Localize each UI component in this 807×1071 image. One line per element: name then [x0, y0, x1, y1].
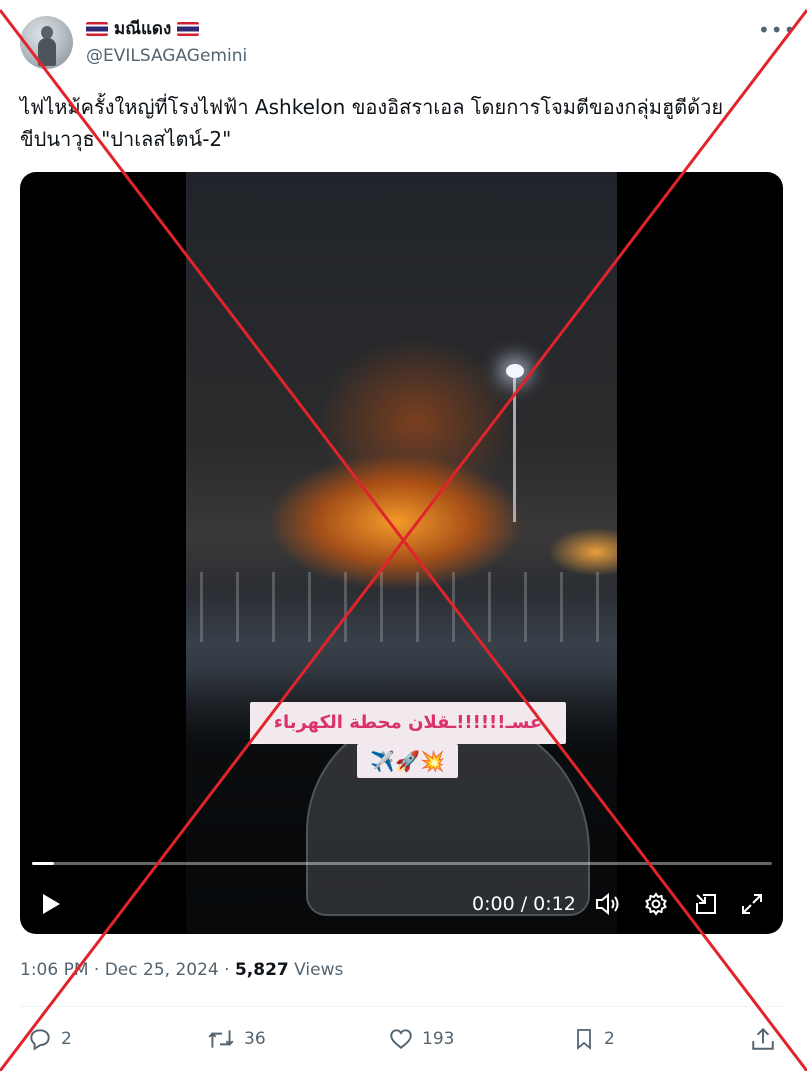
divider	[20, 1006, 783, 1007]
reply-count: 2	[61, 1029, 72, 1049]
tweet-text: ไฟไหม้ครั้งใหญ่ที่โรงไฟฟ้า Ashkelon ของอ…	[20, 95, 724, 151]
reply-icon	[30, 1029, 50, 1051]
reply-button[interactable]: 2	[27, 1024, 72, 1054]
views-label: Views	[294, 960, 344, 980]
picture-in-picture-icon[interactable]	[690, 888, 722, 920]
video-progress-fill	[32, 862, 55, 865]
bookmark-icon	[577, 1029, 591, 1050]
tweet-date[interactable]: Dec 25, 2024	[105, 960, 219, 980]
like-button[interactable]: 193	[388, 1024, 454, 1054]
avatar[interactable]	[20, 16, 73, 69]
video-caption: عسـ!!!!!!ـقلان محطة الكهرباء	[250, 702, 566, 744]
bookmark-count: 2	[604, 1029, 615, 1049]
repost-count: 36	[244, 1029, 266, 1049]
like-count: 193	[422, 1029, 455, 1049]
meta-separator: ·	[93, 960, 100, 980]
fullscreen-icon[interactable]	[736, 888, 768, 920]
repost-icon	[208, 1030, 234, 1048]
tweet-meta: 1:06 PM · Dec 25, 2024 · 5,827 Views	[20, 958, 343, 982]
author-name-row[interactable]: มณีแดง	[86, 17, 200, 41]
tweet-time[interactable]: 1:06 PM	[20, 960, 89, 980]
meta-separator: ·	[224, 960, 230, 980]
thailand-flag-icon	[177, 22, 200, 36]
repost-button[interactable]: 36	[206, 1024, 266, 1054]
thailand-flag-icon	[86, 22, 108, 36]
video-player[interactable]: عسـ!!!!!!ـقلان محطة الكهرباء ✈️🚀💥 0:00 /…	[20, 172, 783, 934]
views-count: 5,827	[234, 960, 289, 980]
author-display-name[interactable]: มณีแดง	[114, 17, 171, 41]
share-button[interactable]	[750, 1024, 776, 1054]
author-handle[interactable]: @EVILSAGAGemini	[86, 45, 247, 67]
play-icon[interactable]	[36, 888, 66, 920]
heart-icon	[390, 1029, 412, 1049]
video-progress-bar[interactable]	[32, 862, 772, 865]
more-options-icon[interactable]: •••	[758, 20, 796, 40]
share-icon	[752, 1027, 774, 1050]
video-caption-emojis: ✈️🚀💥	[357, 744, 458, 778]
gear-icon[interactable]	[640, 888, 672, 920]
bookmark-button[interactable]: 2	[572, 1024, 615, 1054]
volume-icon[interactable]	[592, 888, 624, 920]
video-time: 0:00 / 0:12	[472, 893, 576, 915]
video-frame[interactable]	[186, 172, 617, 934]
